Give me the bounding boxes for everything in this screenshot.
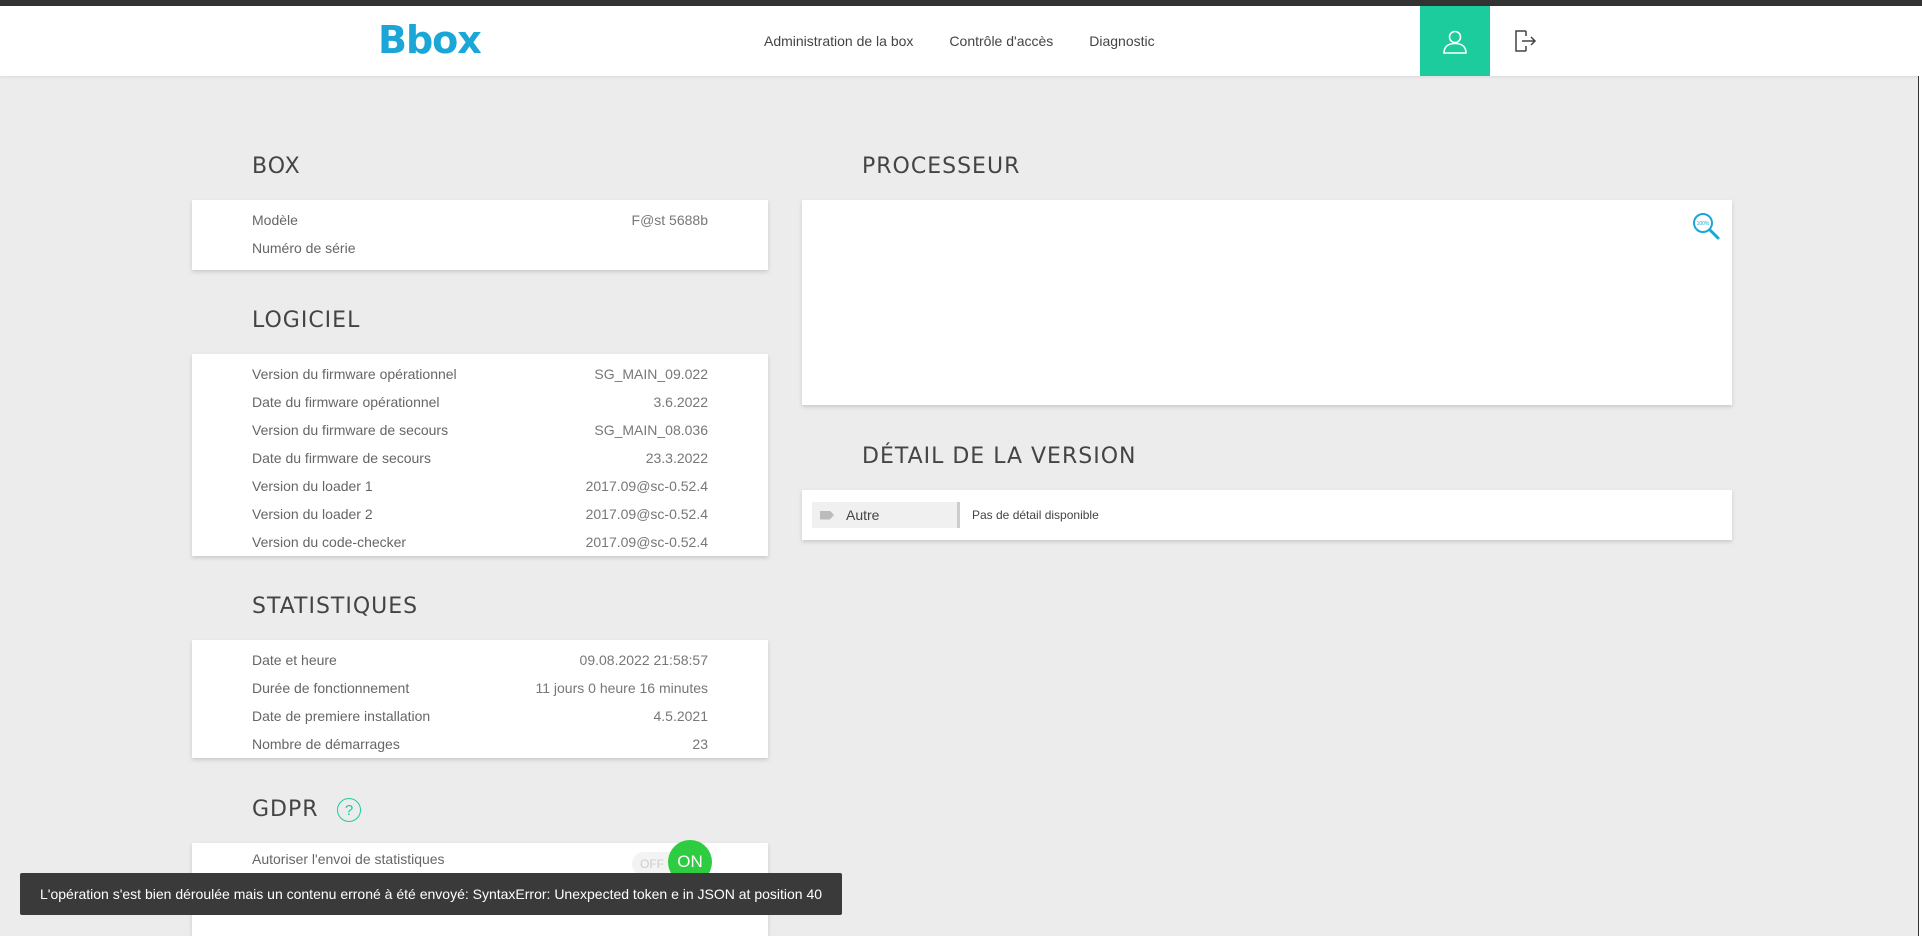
bbox-logo[interactable]: Bbox [378, 18, 482, 62]
processeur-card: 100% [802, 200, 1732, 405]
box-card: Modèle F@st 5688b Numéro de série [192, 200, 768, 270]
zoom-icon[interactable]: 100% [1692, 212, 1720, 240]
logiciel-title: LOGICIEL [252, 308, 361, 333]
gdpr-title: GDPR [252, 797, 319, 822]
row-value: 4.5.2021 [653, 708, 709, 724]
row-label: Modèle [252, 212, 298, 228]
detail-title: DÉTAIL DE LA VERSION [862, 444, 1137, 469]
box-row: Numéro de série [192, 234, 768, 262]
box-row: Modèle F@st 5688b [192, 206, 768, 234]
logiciel-row: Version du firmware de secours SG_MAIN_08… [192, 416, 768, 444]
logiciel-row: Version du firmware opérationnel SG_MAIN_… [192, 360, 768, 388]
help-icon[interactable]: ? [337, 798, 361, 822]
box-title: BOX [252, 154, 301, 179]
stat-row: Durée de fonctionnement 11 jours 0 heure … [192, 674, 768, 702]
row-label: Version du code-checker [252, 534, 407, 550]
row-label: Date du firmware de secours [252, 450, 431, 466]
main-nav: Administration de la box Contrôle d'accè… [764, 6, 1191, 76]
logiciel-row: Version du code-checker 2017.09@sc-0.52.4 [192, 528, 768, 556]
row-value: 11 jours 0 heure 16 minutes [535, 680, 708, 696]
zoom-label: 100% [1697, 221, 1710, 227]
row-value: 23 [692, 736, 708, 752]
navbar: Bbox Administration de la box Contrôle d… [0, 6, 1922, 76]
row-value: 2017.09@sc-0.52.4 [585, 478, 708, 494]
tag-icon [820, 510, 834, 520]
toast-notification[interactable]: L'opération s'est bien déroulée mais un … [20, 873, 843, 915]
row-value: 3.6.2022 [653, 394, 709, 410]
logout-button[interactable] [1490, 6, 1560, 76]
row-value: 23.3.2022 [645, 450, 708, 466]
row-value: F@st 5688b [631, 212, 708, 228]
user-icon [1443, 30, 1467, 54]
detail-tag-label: Autre [846, 507, 880, 523]
nav-administration[interactable]: Administration de la box [764, 33, 913, 49]
row-label: Nombre de démarrages [252, 736, 400, 752]
row-label: Version du loader 1 [252, 478, 373, 494]
stat-row: Date et heure 09.08.2022 21:58:57 [192, 646, 768, 674]
stat-row: Date de premiere installation 4.5.2021 [192, 702, 768, 730]
row-value: SG_MAIN_08.036 [594, 422, 708, 438]
logiciel-row: Version du loader 2 2017.09@sc-0.52.4 [192, 500, 768, 528]
row-label: Date de premiere installation [252, 708, 431, 724]
statistiques-card: Date et heure 09.08.2022 21:58:57 Durée d… [192, 640, 768, 758]
row-label: Numéro de série [252, 240, 356, 256]
nav-diagnostic[interactable]: Diagnostic [1089, 33, 1154, 49]
user-button[interactable] [1420, 6, 1490, 76]
row-label: Date et heure [252, 652, 337, 668]
stat-row: Nombre de démarrages 23 [192, 730, 768, 758]
logiciel-card: Version du firmware opérationnel SG_MAIN_… [192, 354, 768, 556]
logout-icon [1515, 30, 1537, 52]
logiciel-row: Version du loader 1 2017.09@sc-0.52.4 [192, 472, 768, 500]
nav-controle-acces[interactable]: Contrôle d'accès [949, 33, 1053, 49]
processeur-title: PROCESSEUR [862, 154, 1021, 179]
row-label: Version du loader 2 [252, 506, 373, 522]
statistiques-title: STATISTIQUES [252, 594, 419, 619]
row-label: Version du firmware opérationnel [252, 366, 457, 382]
right-edge [1918, 76, 1922, 936]
row-label: Date du firmware opérationnel [252, 394, 440, 410]
row-value: SG_MAIN_09.022 [594, 366, 708, 382]
row-value: 2017.09@sc-0.52.4 [585, 534, 708, 550]
detail-card: Autre Pas de détail disponible [802, 490, 1732, 540]
row-label: Autoriser l'envoi de statistiques [252, 851, 445, 867]
logiciel-row: Date du firmware de secours 23.3.2022 [192, 444, 768, 472]
row-value: 2017.09@sc-0.52.4 [585, 506, 708, 522]
row-value: 09.08.2022 21:58:57 [579, 652, 708, 668]
toast-message: L'opération s'est bien déroulée mais un … [40, 886, 823, 902]
row-label: Durée de fonctionnement [252, 680, 410, 696]
detail-text: Pas de détail disponible [972, 508, 1099, 522]
row-label: Version du firmware de secours [252, 422, 449, 438]
detail-tag[interactable]: Autre [812, 502, 960, 528]
logiciel-row: Date du firmware opérationnel 3.6.2022 [192, 388, 768, 416]
